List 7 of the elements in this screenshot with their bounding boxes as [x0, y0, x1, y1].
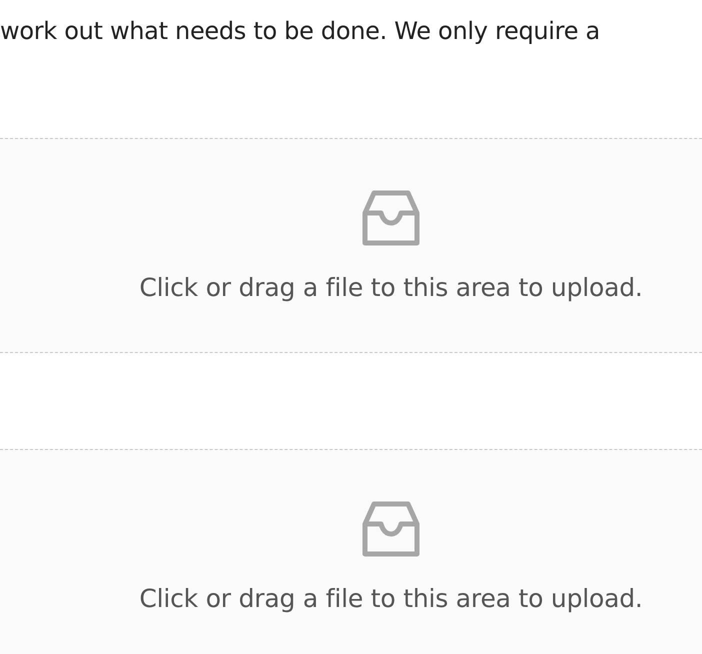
intro-text: work out what needs to be done. We only require a	[0, 16, 601, 46]
inbox-icon	[361, 189, 421, 247]
upload-prompt: Click or drag a file to this area to upload.	[139, 273, 643, 302]
upload-prompt: Click or drag a file to this area to upload.	[139, 584, 643, 613]
upload-dropzone[interactable]: Click or drag a file to this area to upload.	[0, 138, 702, 353]
upload-dropzone[interactable]: Click or drag a file to this area to upload.	[0, 449, 702, 654]
inbox-icon	[361, 500, 421, 558]
